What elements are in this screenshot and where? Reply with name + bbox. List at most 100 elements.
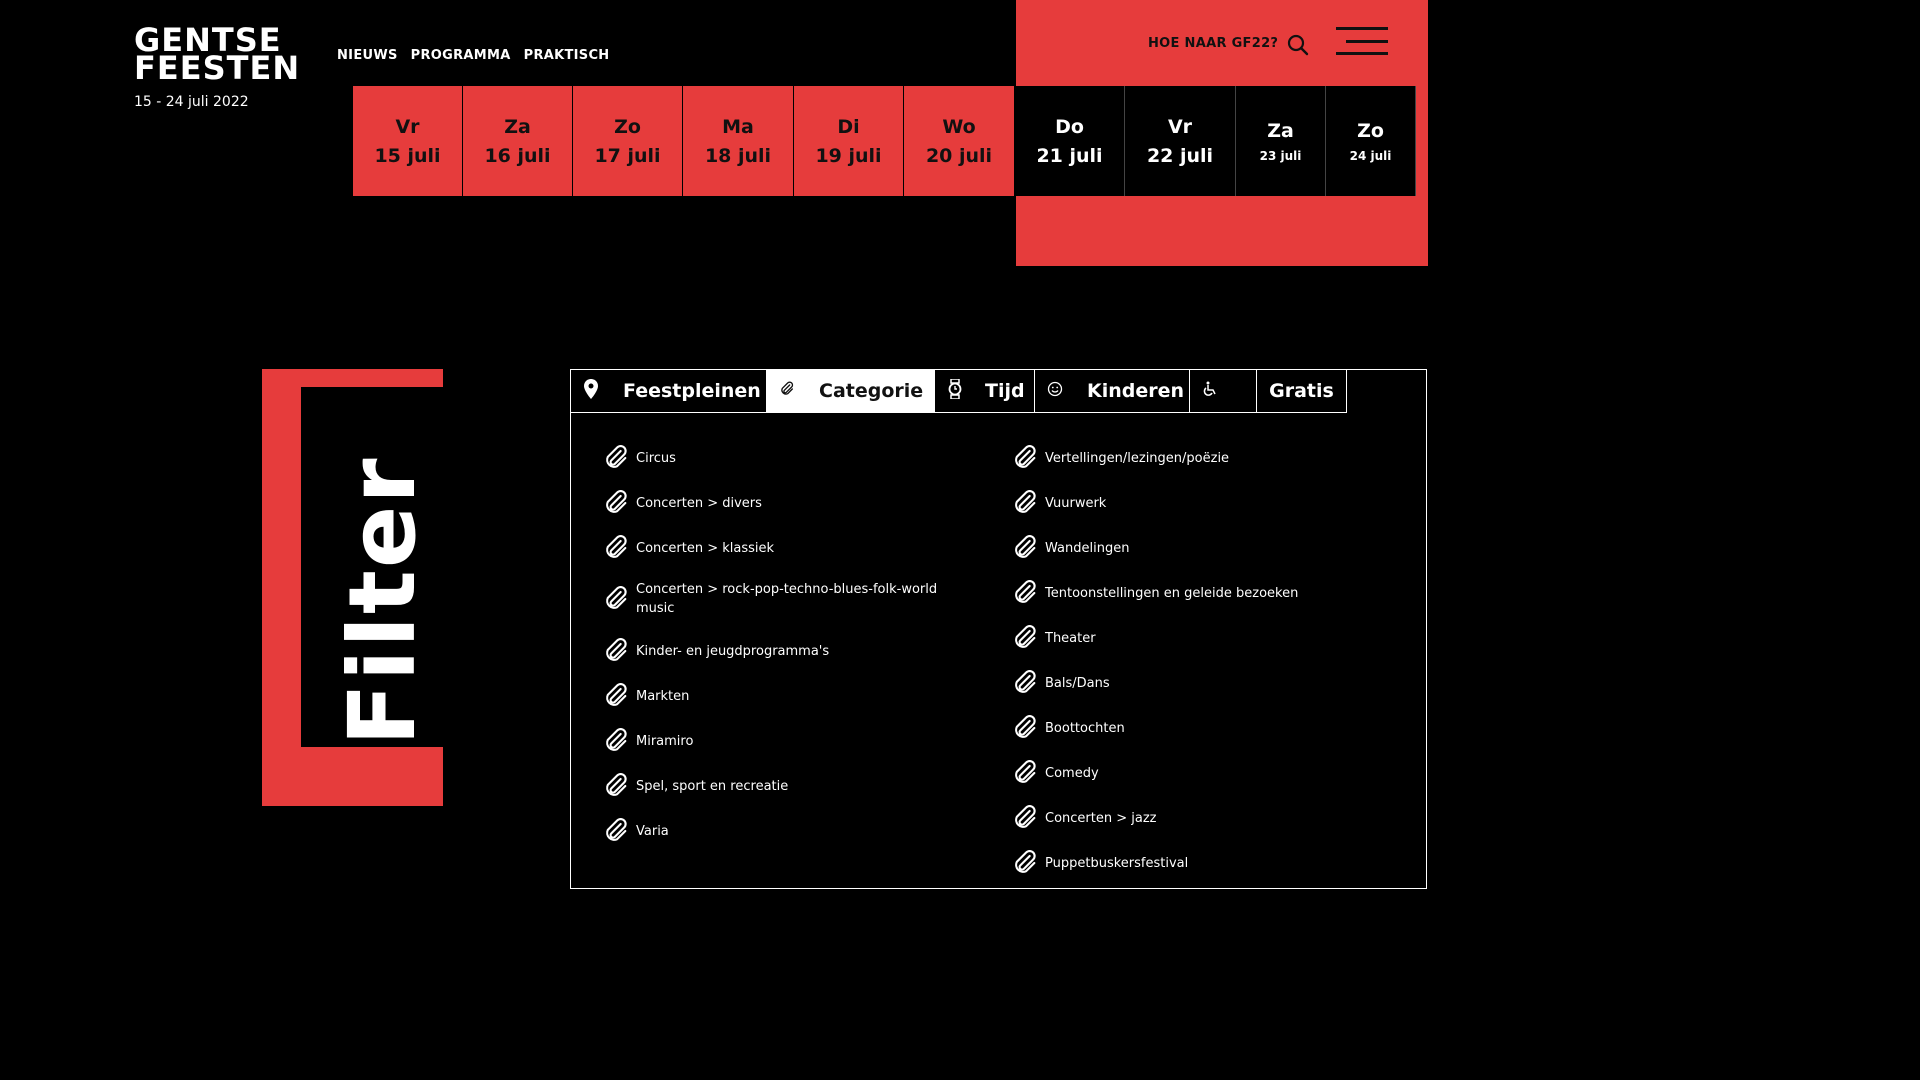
paperclip-icon	[602, 489, 630, 517]
paperclip-icon	[1011, 534, 1039, 562]
paperclip-icon	[1011, 579, 1039, 607]
day-tab-20[interactable]: Wo 20 juli	[904, 86, 1015, 196]
day-tab-23[interactable]: Za 23 juli	[1236, 86, 1326, 196]
day-tab-24[interactable]: Zo 24 juli	[1326, 86, 1416, 196]
day-tab-18[interactable]: Ma 18 juli	[683, 86, 794, 196]
tab-gratis[interactable]: Gratis	[1257, 370, 1347, 413]
logo-line-2: FEESTEN	[134, 49, 301, 87]
category-label: Miramiro	[636, 733, 694, 749]
tab-tijd[interactable]: Tijd	[935, 370, 1035, 413]
category-label: Theater	[1045, 630, 1096, 646]
category-item[interactable]: Bals/Dans	[1011, 669, 1391, 697]
category-label: Boottochten	[1045, 720, 1125, 736]
category-label: Tentoonstellingen en geleide bezoeken	[1045, 585, 1299, 601]
tab-categorie[interactable]: Categorie	[767, 370, 935, 413]
paperclip-icon	[1011, 804, 1039, 832]
smiley-icon	[1035, 380, 1075, 402]
paperclip-icon	[602, 817, 630, 845]
category-label: Spel, sport en recreatie	[636, 778, 789, 794]
tab-feestpleinen[interactable]: Feestpleinen	[571, 370, 767, 413]
nav-nieuws[interactable]: NIEUWS	[337, 48, 398, 63]
category-item[interactable]: Circus	[602, 444, 942, 472]
tab-label: Categorie	[819, 380, 924, 402]
category-item[interactable]: Miramiro	[602, 727, 942, 755]
paperclip-icon	[1011, 489, 1039, 517]
paperclip-icon	[1011, 759, 1039, 787]
category-label: Vertellingen/lezingen/poëzie	[1045, 450, 1230, 466]
category-item[interactable]: Puppetbuskersfestival	[1011, 849, 1391, 877]
category-item[interactable]: Varia	[602, 817, 942, 845]
tab-label: Feestpleinen	[623, 380, 761, 402]
category-item[interactable]: Markten	[602, 682, 942, 710]
tab-kinderen[interactable]: Kinderen	[1035, 370, 1190, 413]
category-label: Markten	[636, 688, 690, 704]
filter-title-inner: Filter	[301, 387, 443, 747]
festival-dates: 15 - 24 juli 2022	[134, 94, 249, 110]
day-selector: Vr 15 juli Za 16 juli Zo 17 juli Ma 18 j…	[353, 86, 1416, 196]
category-label: Vuurwerk	[1045, 495, 1107, 511]
hamburger-menu-icon[interactable]	[1336, 27, 1388, 57]
paperclip-icon	[602, 682, 630, 710]
paperclip-icon	[767, 380, 807, 403]
category-item[interactable]: Concerten > klassiek	[602, 534, 942, 562]
tab-toegankelijk[interactable]	[1190, 370, 1257, 413]
day-tab-17[interactable]: Zo 17 juli	[573, 86, 683, 196]
paperclip-icon	[1011, 444, 1039, 472]
category-label: Bals/Dans	[1045, 675, 1110, 691]
logo-text: GENTSE FEESTEN	[134, 24, 301, 87]
wheelchair-icon	[1190, 380, 1230, 402]
category-item[interactable]: Concerten > jazz	[1011, 804, 1391, 832]
category-label: Concerten > divers	[636, 495, 762, 511]
nav-praktisch[interactable]: PRAKTISCH	[524, 48, 610, 63]
category-item[interactable]: Vertellingen/lezingen/poëzie	[1011, 444, 1391, 472]
day-tab-15[interactable]: Vr 15 juli	[353, 86, 463, 196]
category-item[interactable]: Kinder- en jeugdprogramma's	[602, 637, 942, 665]
paperclip-icon	[602, 637, 630, 665]
category-item[interactable]: Boottochten	[1011, 714, 1391, 742]
category-label: Kinder- en jeugdprogramma's	[636, 643, 830, 659]
watch-icon	[935, 377, 975, 404]
logo[interactable]: GENTSE FEESTEN	[134, 24, 301, 87]
day-tab-22[interactable]: Vr 22 juli	[1125, 86, 1236, 196]
paperclip-icon	[602, 444, 630, 472]
filter-title-box: Filter	[262, 369, 443, 806]
day-tab-19[interactable]: Di 19 juli	[794, 86, 904, 196]
category-label: Concerten > rock-pop-techno-blues-folk-w…	[636, 582, 938, 616]
category-label: Concerten > klassiek	[636, 540, 775, 556]
tab-label: Tijd	[985, 380, 1025, 402]
category-item[interactable]: Theater	[1011, 624, 1391, 652]
tab-label: Kinderen	[1087, 380, 1185, 402]
hoe-naar-link[interactable]: HOE NAAR GF22?	[1148, 36, 1278, 51]
filter-panel: Feestpleinen Categorie Tijd Kinderen Gra…	[570, 369, 1427, 889]
category-item[interactable]: Concerten > rock-pop-techno-blues-folk-w…	[602, 580, 942, 618]
paperclip-icon	[1011, 669, 1039, 697]
category-label: Concerten > jazz	[1045, 810, 1157, 826]
paperclip-icon	[602, 772, 630, 800]
category-label: Wandelingen	[1045, 540, 1130, 556]
paperclip-icon	[1011, 714, 1039, 742]
category-item[interactable]: Comedy	[1011, 759, 1391, 787]
tab-label: Gratis	[1269, 380, 1334, 402]
paperclip-icon	[1011, 849, 1039, 877]
filter-title: Filter	[329, 456, 436, 746]
day-tab-16[interactable]: Za 16 juli	[463, 86, 573, 196]
paperclip-icon	[602, 727, 630, 755]
category-label: Puppetbuskersfestival	[1045, 855, 1189, 871]
category-item[interactable]: Concerten > divers	[602, 489, 942, 517]
category-label: Comedy	[1045, 765, 1099, 781]
search-icon[interactable]	[1287, 34, 1309, 56]
main-nav: NIEUWS PROGRAMMA PRAKTISCH	[337, 48, 610, 63]
category-label: Varia	[636, 823, 669, 839]
day-tab-21[interactable]: Do 21 juli	[1015, 86, 1125, 196]
category-label: Circus	[636, 450, 676, 466]
paperclip-icon	[602, 585, 630, 613]
nav-programma[interactable]: PROGRAMMA	[411, 48, 511, 63]
paperclip-icon	[602, 534, 630, 562]
filter-tabs: Feestpleinen Categorie Tijd Kinderen Gra…	[571, 370, 1347, 413]
category-item[interactable]: Spel, sport en recreatie	[602, 772, 942, 800]
category-item[interactable]: Vuurwerk	[1011, 489, 1391, 517]
category-item[interactable]: Wandelingen	[1011, 534, 1391, 562]
map-pin-icon	[571, 378, 611, 404]
category-item[interactable]: Tentoonstellingen en geleide bezoeken	[1011, 579, 1391, 607]
paperclip-icon	[1011, 624, 1039, 652]
